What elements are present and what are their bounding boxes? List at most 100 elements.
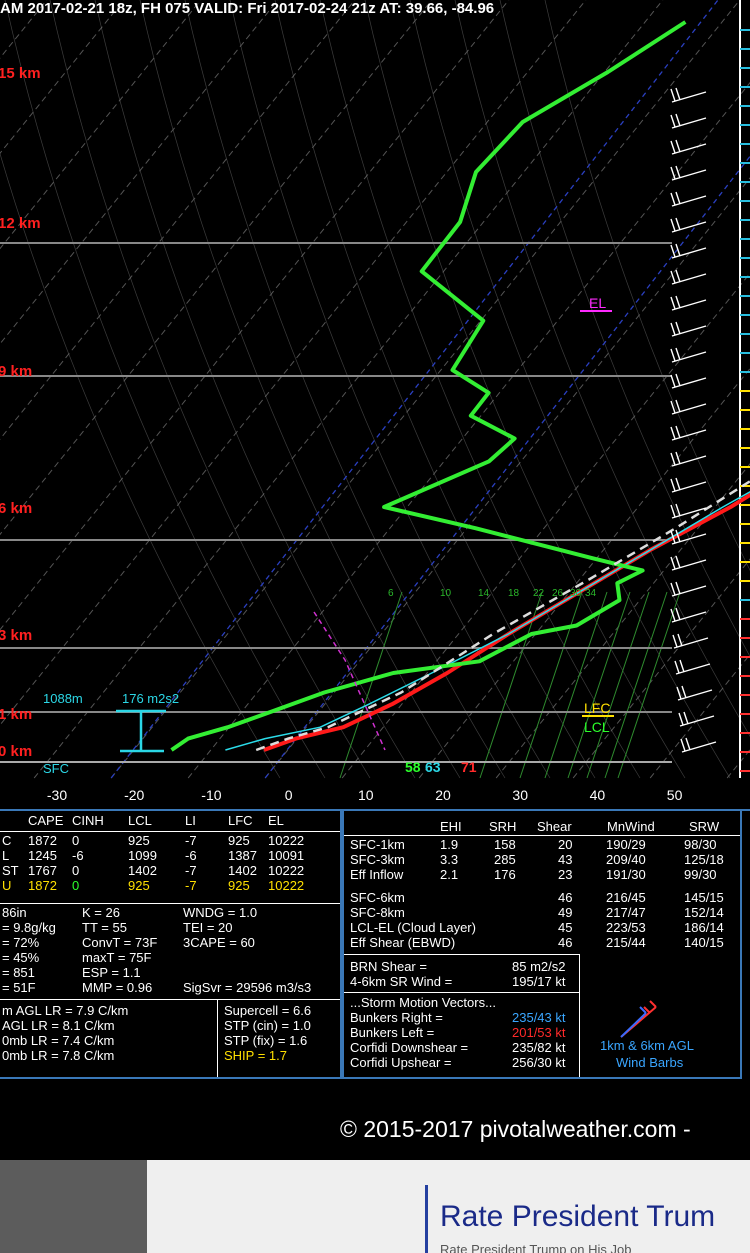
helicity-value: 176 m2s2 [122,691,179,706]
kinematic-cell: 98/30 [684,837,717,852]
composite-index: Supercell = 6.6 [224,1003,312,1018]
kinematic-header: EHI [440,819,462,834]
parcel-header: LI [185,813,196,828]
kinematic-cell: 215/44 [606,935,646,950]
index-cell: K = 26 [82,905,120,920]
parcel-header: CINH [72,813,104,828]
kinematic-cell: 1.9 [440,837,459,852]
kinematic-cell: Eff Shear (EBWD) [350,935,456,950]
parcel-header: LCL [128,813,152,828]
kinematic-cell: 46 [558,935,573,950]
parcel-cell: -7 [185,833,197,848]
composite-index: STP (cin) = 1.0 [224,1018,311,1033]
index-cell: = 851 [2,965,35,980]
kinematic-cell: 3.3 [440,852,459,867]
brn-shear-label: BRN Shear = [350,959,427,974]
kinematic-cell: 209/40 [606,852,646,867]
panel-divider [344,992,579,993]
lcl-label: LCL [584,719,610,735]
blue-barb [620,1006,647,1038]
copyright-text: © 2015-2017 pivotalweather.com - [340,1116,691,1142]
kinematic-cell: 99/30 [684,867,717,882]
wind-barb-legend-icon [620,1000,657,1038]
kinematic-cell: 145/15 [684,890,724,905]
kinematic-cell: 152/14 [684,905,724,920]
height-label: 0 km [0,743,32,760]
kinematic-cell: SFC-6km [350,890,405,905]
lapse-rate: AGL LR = 8.1 C/km [2,1018,115,1033]
panel-divider [0,903,340,904]
mixing-ratio-label: 22 [533,588,545,599]
wind-barb-legend-line: Wind Barbs [616,1055,684,1070]
kinematic-cell: 2.1 [440,867,459,882]
x-tick-label: 40 [590,787,606,803]
storm-motion-label: Bunkers Left = [350,1025,435,1040]
x-tick-label: -20 [124,787,144,803]
kinematic-cell: SFC-1km [350,837,405,852]
parcel-cell: -6 [185,848,197,863]
ad-left-block [0,1160,147,1253]
parcel-cell: L [2,848,10,863]
mixing-ratio-label: 26 [552,588,564,599]
kinematic-cell: 158 [494,837,516,852]
helicity-depth: 1088m [43,691,83,706]
x-tick-label: 20 [435,787,451,803]
parcel-cell: -7 [185,863,197,878]
storm-motion-value: 256/30 kt [512,1055,566,1070]
index-cell: maxT = 75F [82,950,152,965]
ad-accent-line [425,1185,428,1253]
storm-motion-label: Corfidi Upshear = [350,1055,452,1070]
right-parameter-panel: EHI SRH Shear MnWind SRW SFC-1km 1.9 158 20 190/2… [342,809,742,1079]
height-label: 3 km [0,627,32,644]
ad-title[interactable]: Rate President Trum [440,1200,715,1234]
x-tick-label: 0 [285,787,293,803]
kinematic-header: SRH [489,819,517,834]
index-cell: ConvT = 73F [82,935,158,950]
kinematic-cell: Eff Inflow [350,867,404,882]
parcel-cell: 1767 [28,863,57,878]
kinematic-table: EHI SRH Shear MnWind SRW SFC-1km 1.9 158 20 190/2… [344,811,740,1077]
index-cell: = 72% [2,935,40,950]
kinematic-cell: 186/14 [684,920,724,935]
surface-virtual-temp: 63 [425,759,441,775]
parcel-cell: 10222 [268,878,305,893]
index-cell: = 45% [2,950,40,965]
kinematic-cell: 140/15 [684,935,724,950]
parcel-cell: 1872 [28,833,57,848]
mixing-ratio-label: 10 [440,588,452,599]
brn-shear-value: 85 m2/s2 [512,959,566,974]
kinematic-cell: 223/53 [606,920,646,935]
sr-wind-label: 4-6km SR Wind = [350,974,453,989]
plot-background [0,0,750,810]
parcel-cell: C [2,833,12,848]
kinematic-header: MnWind [607,819,655,834]
parcel-header: CAPE [28,813,64,828]
height-label: 9 km [0,363,32,380]
ad-banner[interactable]: Rate President Trum Rate President Trump… [0,1160,750,1253]
height-label: 6 km [0,500,32,517]
composite-index: SHIP = 1.7 [224,1048,287,1063]
index-cell: = 9.8g/kg [2,920,56,935]
surface-dewpoint: 58 [405,759,421,775]
parcel-cell: 0 [72,833,80,848]
kinematic-cell: SFC-8km [350,905,405,920]
wind-barb-legend-line: 1km & 6km AGL [600,1038,694,1053]
parcel-cell: 0 [72,878,80,893]
parcel-cell: 1402 [128,863,157,878]
x-tick-label: -10 [201,787,221,803]
parcel-cell: 925 [128,833,150,848]
skewt-background-grid [0,0,750,810]
panel-divider [0,831,340,832]
height-label: 12 km [0,215,41,232]
parcel-cell: ST [2,863,19,878]
left-parameter-panel: CAPE CINH LCL LI LFC EL C 1872 0 925 -7 925 10222 L 12… [0,809,342,1079]
kinematic-cell: SFC-3km [350,852,405,867]
kinematic-cell: 190/29 [606,837,646,852]
kinematic-cell: 49 [558,905,573,920]
panel-divider [579,954,580,1077]
storm-motion-value: 201/53 kt [512,1025,566,1040]
sounding-header: AM 2017-02-21 18z, FH 075 VALID: Fri 201… [0,0,495,17]
parcel-header: EL [268,813,284,828]
parcel-cell: -6 [72,848,84,863]
kinematic-cell: 46 [558,890,573,905]
